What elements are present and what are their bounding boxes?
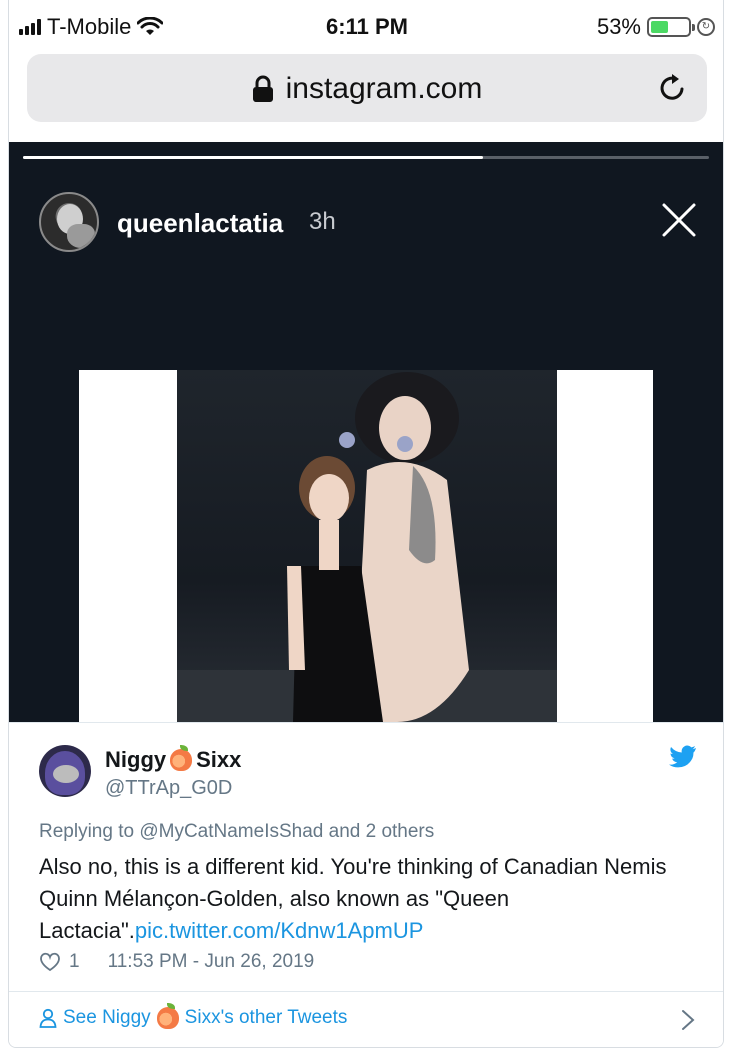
display-name-part2: Sixx (196, 747, 242, 772)
media-side-panel-left (79, 370, 177, 722)
see-other-tweets-link[interactable]: See Niggy Sixx's other Tweets (39, 1003, 348, 1029)
screenshot-frame: T-Mobile 6:11 PM 53% ↻ instagram.com que… (8, 0, 724, 1048)
story-progress-bar (23, 156, 709, 159)
display-name-part1: Niggy (105, 747, 167, 772)
story-progress-fill (23, 156, 483, 159)
see-more-part2: Sixx's other Tweets (184, 1007, 348, 1028)
orientation-lock-icon: ↻ (697, 18, 715, 36)
address-bar[interactable]: instagram.com (27, 54, 707, 122)
reload-icon[interactable] (657, 72, 689, 104)
battery-group: 53% ↻ (597, 14, 715, 40)
battery-percent: 53% (596, 14, 641, 39)
tweet-card[interactable]: Niggy Sixx @TTrAp_G0D Replying to @MyCat… (9, 722, 723, 1047)
tweet-avatar[interactable] (39, 745, 91, 797)
story-photo (177, 370, 557, 722)
like-count: 1 (69, 951, 80, 972)
status-bar: T-Mobile 6:11 PM 53% ↻ (9, 0, 723, 54)
person-icon (39, 1008, 57, 1028)
instagram-story[interactable]: queenlactatia 3h (9, 142, 723, 722)
replying-to[interactable]: Replying to @MyCatNameIsShad and 2 other… (39, 821, 434, 843)
lock-icon (252, 75, 273, 102)
tweet-timestamp[interactable]: 11:53 PM - Jun 26, 2019 (108, 951, 315, 973)
media-side-panel-right (557, 370, 653, 722)
close-icon[interactable] (661, 202, 697, 238)
tweet-handle[interactable]: @TTrAp_G0D (105, 777, 232, 800)
story-age: 3h (309, 208, 336, 235)
story-avatar[interactable] (39, 192, 99, 252)
url-text: instagram.com (285, 72, 483, 105)
tweet-text: Also no, this is a different kid. You're… (39, 851, 709, 947)
tweet-media-link[interactable]: pic.twitter.com/Kdnw1ApmUP (135, 918, 424, 943)
peach-emoji-icon (170, 745, 193, 771)
tweet-divider (9, 991, 723, 992)
peach-emoji-icon (156, 1003, 179, 1029)
heart-icon[interactable] (39, 952, 61, 972)
tweet-display-name[interactable]: Niggy Sixx (105, 745, 242, 773)
chevron-right-icon[interactable] (681, 1009, 695, 1031)
see-more-part1: See Niggy (63, 1007, 151, 1028)
story-username[interactable]: queenlactatia (117, 208, 283, 239)
story-media (79, 370, 653, 722)
battery-icon (647, 17, 695, 37)
tweet-meta: 1 11:53 PM - Jun 26, 2019 (39, 951, 314, 973)
twitter-bird-icon[interactable] (669, 745, 697, 769)
battery-fill (651, 21, 669, 33)
